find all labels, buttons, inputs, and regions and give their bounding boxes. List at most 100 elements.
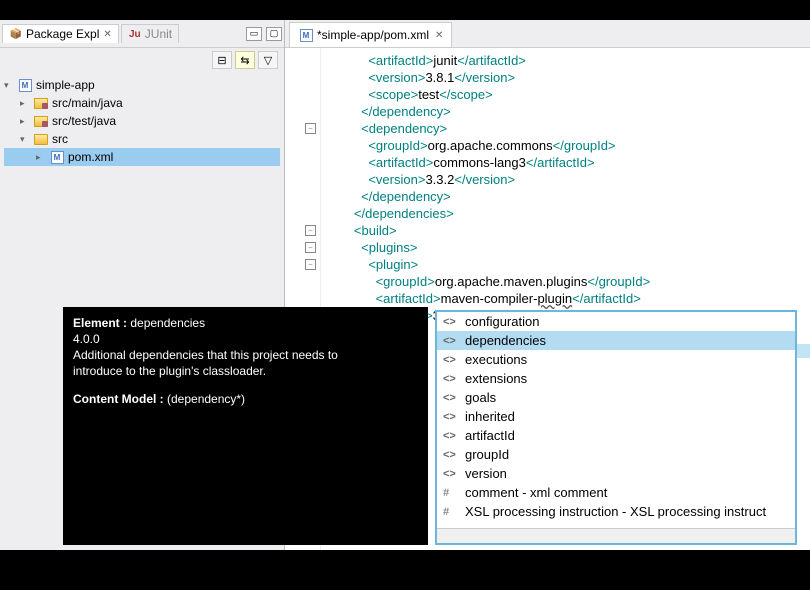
element-icon: <> [443,411,459,423]
element-info-tooltip: Element : dependencies 4.0.0 Additional … [63,307,428,545]
tab-label: JUnit [145,27,172,41]
tree-node-src-main-java[interactable]: ▸ src/main/java [4,94,280,112]
autocomplete-item[interactable]: # comment - xml comment [437,483,795,502]
tooltip-version: 4.0.0 [73,331,418,347]
view-tabs: 📦 Package Expl ✕ Ju JUnit ▭ ▢ [0,20,284,48]
view-menu-button[interactable]: ▽ [258,51,278,69]
autocomplete-item-label: dependencies [465,333,546,348]
code-line[interactable]: <plugin> [325,256,650,273]
code-line[interactable]: <groupId>org.apache.commons</groupId> [325,137,650,154]
tree-label: src/test/java [52,114,116,128]
autocomplete-item-label: XSL processing instruction - XSL process… [465,504,766,519]
code-line[interactable]: <scope>test</scope> [325,86,650,103]
autocomplete-item-label: executions [465,352,527,367]
code-line[interactable]: <dependency> [325,120,650,137]
code-line[interactable]: <version>3.8.1</version> [325,69,650,86]
code-line[interactable]: </dependency> [325,103,650,120]
autocomplete-item[interactable]: <> inherited [437,407,795,426]
code-line[interactable]: <artifactId>maven-compiler-plugin</artif… [325,290,650,307]
tree-node-src-test-java[interactable]: ▸ src/test/java [4,112,280,130]
autocomplete-item-label: inherited [465,409,515,424]
tooltip-description-1: Additional dependencies that this projec… [73,347,418,363]
expand-icon[interactable]: ▸ [20,116,32,127]
fold-toggle[interactable]: − [305,123,316,134]
tree-label: simple-app [36,78,95,92]
package-folder-icon [33,114,49,128]
maximize-button[interactable]: ▢ [266,27,282,41]
autocomplete-item-label: configuration [465,314,539,329]
autocomplete-item[interactable]: <> version [437,464,795,483]
element-icon: <> [443,373,459,385]
autocomplete-item-label: version [465,466,507,481]
autocomplete-item[interactable]: <> goals [437,388,795,407]
tree-label: src/main/java [52,96,123,110]
editor-tab-label: *simple-app/pom.xml [317,28,429,42]
maven-file-icon [49,150,65,164]
expand-icon[interactable]: ▾ [4,80,16,91]
tree-label: pom.xml [68,150,113,164]
code-line[interactable]: <plugins> [325,239,650,256]
hash-icon: # [443,506,459,518]
element-icon: <> [443,430,459,442]
close-icon[interactable]: ✕ [435,30,443,41]
link-editor-button[interactable]: ⇆ [235,51,255,69]
autocomplete-item-label: artifactId [465,428,515,443]
autocomplete-list[interactable]: <> configuration <> dependencies <> execution… [437,312,795,528]
element-icon: <> [443,354,459,366]
code-line[interactable]: <groupId>org.apache.maven.plugins</group… [325,273,650,290]
tooltip-content-model-label: Content Model : [73,392,164,406]
fold-toggle[interactable]: − [305,259,316,270]
autocomplete-item[interactable]: <> configuration [437,312,795,331]
code-line[interactable]: </dependencies> [325,205,650,222]
expand-icon[interactable]: ▾ [20,134,32,145]
code-content[interactable]: <artifactId>junit</artifactId> <version>… [325,52,650,324]
element-icon: <> [443,468,459,480]
code-line[interactable]: <build> [325,222,650,239]
fold-toggle[interactable]: − [305,242,316,253]
explorer-toolbar: ⊟ ⇆ ▽ [0,48,284,72]
tree-root-simple-app[interactable]: ▾ simple-app [4,76,280,94]
code-line[interactable]: <artifactId>commons-lang3</artifactId> [325,154,650,171]
element-icon: <> [443,335,459,347]
autocomplete-item[interactable]: <> extensions [437,369,795,388]
autocomplete-item[interactable]: <> groupId [437,445,795,464]
autocomplete-item-label: groupId [465,447,509,462]
tooltip-description-2: introduce to the plugin's classloader. [73,363,418,379]
maven-file-icon [298,28,314,42]
close-icon[interactable]: ✕ [103,29,111,40]
code-line[interactable]: <artifactId>junit</artifactId> [325,52,650,69]
autocomplete-item[interactable]: <> artifactId [437,426,795,445]
expand-icon[interactable]: ▸ [36,152,48,163]
tab-label: Package Expl [26,27,99,41]
tab-junit[interactable]: Ju JUnit [121,24,179,43]
hash-icon: # [443,487,459,499]
code-line[interactable]: </dependency> [325,188,650,205]
element-icon: <> [443,392,459,404]
element-icon: <> [443,316,459,328]
autocomplete-item-label: goals [465,390,496,405]
expand-icon[interactable]: ▸ [20,98,32,109]
tab-package-explorer[interactable]: 📦 Package Expl ✕ [2,24,119,43]
tree-node-src[interactable]: ▾ src [4,130,280,148]
autocomplete-item[interactable]: <> dependencies [437,331,795,350]
autocomplete-item-label: extensions [465,371,527,386]
autocomplete-item-label: comment - xml comment [465,485,607,500]
editor-tabs: *simple-app/pom.xml ✕ [285,20,810,48]
tooltip-element-label: Element : [73,316,127,330]
tree-node-pom-xml[interactable]: ▸ pom.xml [4,148,280,166]
autocomplete-item[interactable]: # XSL processing instruction - XSL proces… [437,502,795,521]
code-line[interactable]: <version>3.3.2</version> [325,171,650,188]
package-icon: 📦 [9,27,23,41]
horizontal-scrollbar[interactable] [437,528,795,543]
project-tree: ▾ simple-app ▸ src/main/java ▸ src/test/… [0,72,284,170]
package-folder-icon [33,96,49,110]
tree-label: src [52,132,68,146]
minimize-button[interactable]: ▭ [246,27,262,41]
tooltip-element-name: dependencies [130,316,205,330]
autocomplete-popup: <> configuration <> dependencies <> execution… [435,310,797,545]
element-icon: <> [443,449,459,461]
fold-toggle[interactable]: − [305,225,316,236]
autocomplete-item[interactable]: <> executions [437,350,795,369]
collapse-all-button[interactable]: ⊟ [212,51,232,69]
editor-tab-pom-xml[interactable]: *simple-app/pom.xml ✕ [289,22,452,47]
